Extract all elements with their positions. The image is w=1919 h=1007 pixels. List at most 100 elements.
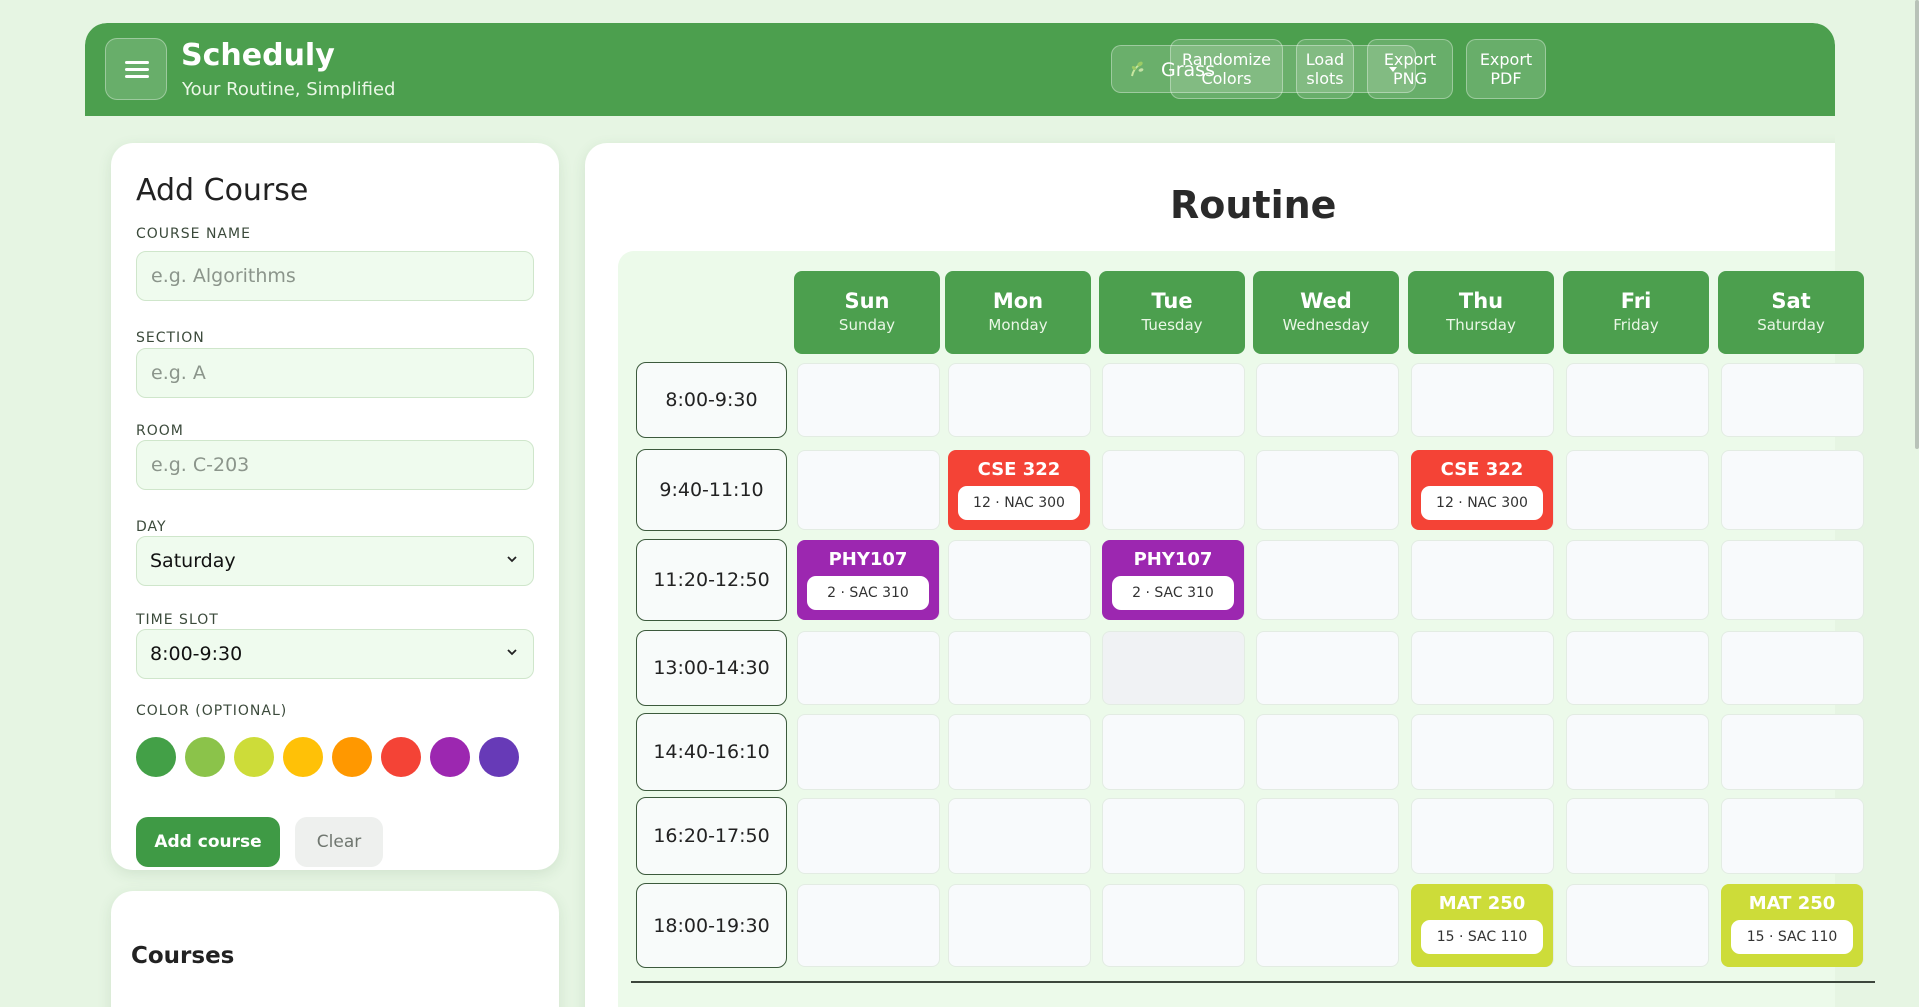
color-swatch[interactable] [185, 737, 225, 777]
day-long-label: Friday [1613, 316, 1659, 334]
app-title: Scheduly [181, 38, 335, 73]
course-block[interactable]: CSE 322 12 · NAC 300 [948, 450, 1090, 530]
empty-slot[interactable] [1566, 631, 1709, 705]
empty-slot[interactable] [1566, 450, 1709, 530]
empty-slot[interactable] [1411, 363, 1554, 437]
empty-slot[interactable] [797, 363, 940, 437]
clear-button[interactable]: Clear [295, 817, 383, 867]
color-swatch[interactable] [430, 737, 470, 777]
empty-slot[interactable] [1102, 450, 1245, 530]
empty-slot[interactable] [797, 714, 940, 790]
export-pdf-button[interactable]: Export PDF [1466, 39, 1546, 99]
course-block[interactable]: PHY107 2 · SAC 310 [797, 540, 939, 620]
app-subtitle: Your Routine, Simplified [182, 79, 396, 100]
course-block[interactable]: CSE 322 12 · NAC 300 [1411, 450, 1553, 530]
empty-slot[interactable] [1256, 631, 1399, 705]
load-slots-button[interactable]: Load slots [1296, 39, 1354, 99]
page-scrollbar[interactable] [1915, 0, 1919, 449]
color-swatch[interactable] [283, 737, 323, 777]
menu-button[interactable] [105, 38, 167, 100]
empty-slot[interactable] [1256, 884, 1399, 967]
empty-slot[interactable] [1256, 363, 1399, 437]
empty-slot[interactable] [948, 631, 1091, 705]
empty-slot[interactable] [1256, 798, 1399, 874]
time-slot-select[interactable]: 8:00-9:30 [136, 629, 534, 679]
empty-slot[interactable] [1721, 798, 1864, 874]
day-long-label: Monday [988, 316, 1048, 334]
color-swatch[interactable] [332, 737, 372, 777]
empty-slot[interactable] [1566, 714, 1709, 790]
time-slot-label: 11:20-12:50 [636, 539, 787, 621]
empty-slot[interactable] [948, 798, 1091, 874]
app-header: Scheduly Your Routine, Simplified Grass … [85, 23, 1835, 116]
empty-slot[interactable] [1721, 631, 1864, 705]
course-meta: 12 · NAC 300 [958, 486, 1080, 520]
day-long-label: Sunday [838, 316, 896, 334]
empty-slot[interactable] [1102, 884, 1245, 967]
empty-slot[interactable] [948, 884, 1091, 967]
color-swatch[interactable] [136, 737, 176, 777]
course-meta: 2 · SAC 310 [807, 576, 929, 610]
room-input[interactable] [136, 440, 534, 490]
course-meta: 2 · SAC 310 [1112, 576, 1234, 610]
empty-slot[interactable] [1566, 363, 1709, 437]
form-title: Add Course [136, 173, 309, 208]
section-input[interactable] [136, 348, 534, 398]
day-header: Sat Saturday [1718, 271, 1864, 354]
course-meta: 15 · SAC 110 [1731, 920, 1853, 954]
empty-slot[interactable] [797, 798, 940, 874]
course-name-label: COURSE NAME [136, 226, 251, 242]
color-swatch[interactable] [381, 737, 421, 777]
empty-slot[interactable] [1566, 798, 1709, 874]
grid-divider [631, 981, 1875, 983]
empty-slot[interactable] [1721, 540, 1864, 620]
course-block[interactable]: MAT 250 15 · SAC 110 [1721, 884, 1863, 967]
course-name-input[interactable] [136, 251, 534, 301]
course-name: MAT 250 [1748, 893, 1836, 914]
routine-title: Routine [1170, 183, 1337, 227]
day-long-label: Saturday [1757, 316, 1825, 334]
color-swatch[interactable] [234, 737, 274, 777]
course-meta: 15 · SAC 110 [1421, 920, 1543, 954]
empty-slot[interactable] [1411, 798, 1554, 874]
add-course-button[interactable]: Add course [136, 817, 280, 867]
randomize-colors-button[interactable]: Randomize Colors [1170, 39, 1283, 99]
empty-slot[interactable] [1256, 714, 1399, 790]
empty-slot[interactable] [797, 450, 940, 530]
course-block[interactable]: PHY107 2 · SAC 310 [1102, 540, 1244, 620]
export-png-button[interactable]: Export PNG [1367, 39, 1453, 99]
empty-slot[interactable] [1256, 450, 1399, 530]
empty-slot[interactable] [1102, 798, 1245, 874]
day-header: Wed Wednesday [1253, 271, 1399, 354]
empty-slot[interactable] [1411, 540, 1554, 620]
empty-slot[interactable] [797, 631, 940, 705]
empty-slot[interactable] [1566, 540, 1709, 620]
chevron-down-icon [507, 556, 517, 563]
day-select[interactable]: Saturday [136, 536, 534, 586]
day-header: Mon Monday [945, 271, 1091, 354]
leaf-icon [1131, 61, 1144, 77]
empty-slot[interactable] [1721, 714, 1864, 790]
course-block[interactable]: MAT 250 15 · SAC 110 [1411, 884, 1553, 967]
empty-slot[interactable] [948, 714, 1091, 790]
empty-slot[interactable] [1721, 363, 1864, 437]
day-header: Sun Sunday [794, 271, 940, 354]
time-slot-label: 14:40-16:10 [636, 713, 787, 791]
day-short-label: Fri [1620, 289, 1652, 313]
day-select-value: Saturday [150, 550, 236, 572]
empty-slot[interactable] [1566, 884, 1709, 967]
empty-slot[interactable] [1411, 631, 1554, 705]
empty-slot[interactable] [1102, 714, 1245, 790]
empty-slot[interactable] [948, 540, 1091, 620]
day-long-label: Tuesday [1141, 316, 1203, 334]
empty-slot[interactable] [948, 363, 1091, 437]
empty-slot[interactable] [1411, 714, 1554, 790]
empty-slot[interactable] [1102, 631, 1245, 705]
empty-slot[interactable] [1256, 540, 1399, 620]
hamburger-icon [125, 61, 149, 64]
empty-slot[interactable] [797, 884, 940, 967]
section-label: SECTION [136, 330, 205, 346]
empty-slot[interactable] [1102, 363, 1245, 437]
empty-slot[interactable] [1721, 450, 1864, 530]
color-swatch[interactable] [479, 737, 519, 777]
